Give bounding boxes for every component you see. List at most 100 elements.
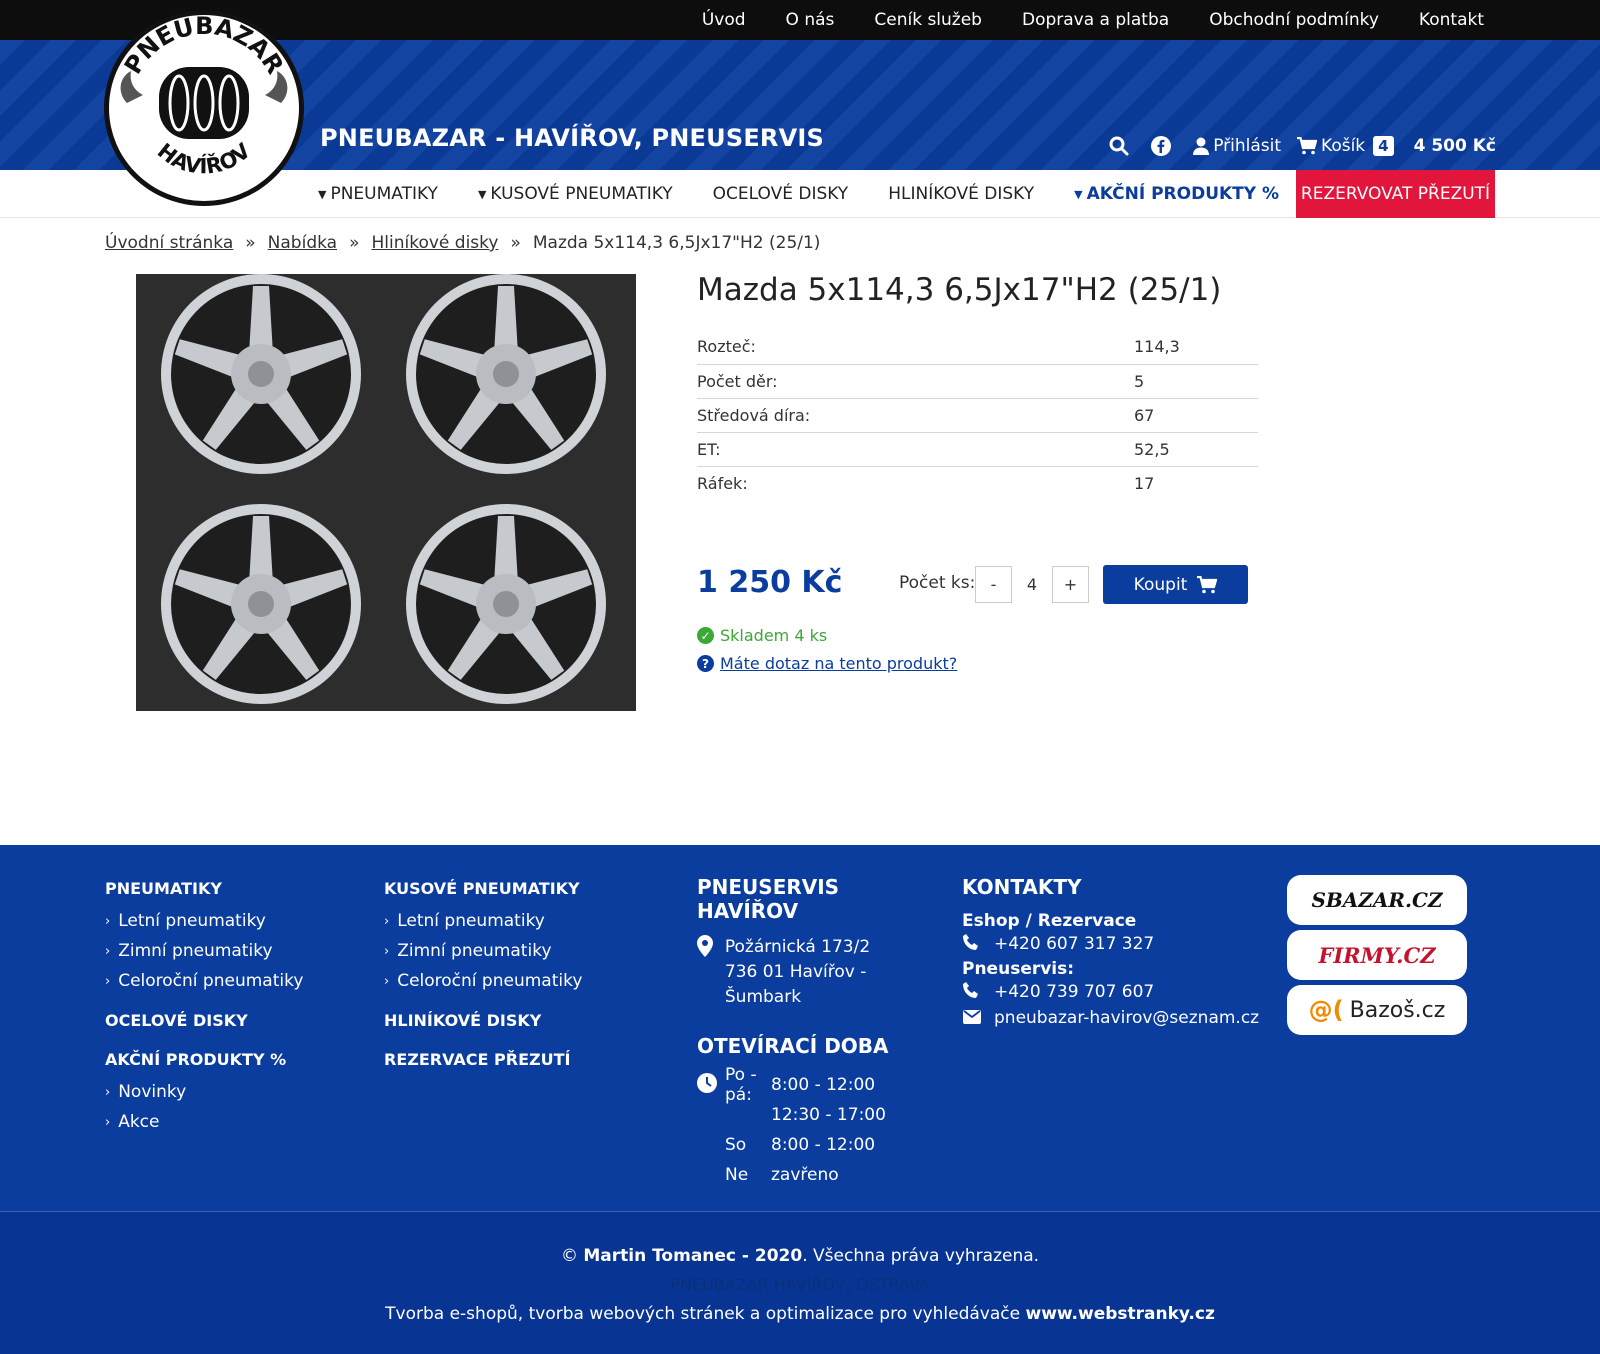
search-icon[interactable]: [1109, 136, 1129, 156]
footer-link[interactable]: › Novinky: [105, 1077, 303, 1107]
table-row: Počet děr: 5: [697, 364, 1258, 399]
service-phone[interactable]: +420 739 707 607: [962, 979, 1262, 1005]
breadcrumb-separator: »: [349, 233, 360, 253]
quantity-increase-button[interactable]: +: [1052, 566, 1089, 603]
footer-col-piece-tires: KUSOVÉ PNEUMATIKY › Letní pneumatiky › Zim…: [384, 879, 582, 1077]
product-price: 1 250 Kč: [697, 565, 843, 600]
chevron-right-icon: ›: [105, 1114, 111, 1130]
nav-ocelove-disky[interactable]: OCELOVÉ DISKY: [713, 184, 849, 204]
footer-link-label: Novinky: [118, 1082, 187, 1102]
sbazar-logo: SBAZAR.CZ: [1311, 888, 1443, 912]
footer-col-service: PNEUSERVIS HAVÍŘOV Požárnická 173/2 736 …: [697, 875, 947, 1190]
eshop-phone[interactable]: +420 607 317 327: [962, 931, 1262, 957]
nav-label: KUSOVÉ PNEUMATIKY: [490, 184, 673, 204]
breadcrumb-home[interactable]: Úvodní stránka: [105, 233, 233, 253]
site-title[interactable]: PNEUBAZAR - HAVÍŘOV, PNEUSERVIS: [320, 124, 824, 152]
check-circle-icon: ✓: [697, 627, 714, 644]
table-row: ET: 52,5: [697, 432, 1258, 467]
footer-link-label: Letní pneumatiky: [118, 911, 266, 931]
footer-link[interactable]: › Zimní pneumatiky: [384, 936, 582, 966]
chevron-right-icon: ›: [105, 1084, 111, 1100]
quantity-input[interactable]: [1013, 566, 1051, 603]
footer-link[interactable]: › Letní pneumatiky: [384, 906, 582, 936]
logo[interactable]: PNEUBAZAR HAVÍŘOV: [104, 10, 304, 206]
caret-down-icon: ▼: [477, 187, 487, 201]
phone-icon: [962, 981, 994, 1004]
buy-button[interactable]: Koupit: [1103, 565, 1248, 604]
footer-heading-rezervace[interactable]: REZERVACE PŘEZUTÍ: [384, 1050, 582, 1069]
reserve-button[interactable]: REZERVOVAT PŘEZUTÍ: [1296, 170, 1495, 218]
wheel-rim: [161, 274, 361, 474]
nav-label: AKČNÍ PRODUKTY %: [1086, 184, 1280, 204]
footer-service-title: PNEUSERVIS HAVÍŘOV: [697, 875, 840, 923]
footer-link[interactable]: › Celoroční pneumatiky: [384, 966, 582, 996]
facebook-icon[interactable]: [1151, 136, 1172, 156]
nav-hlinikove-disky[interactable]: HLINÍKOVÉ DISKY: [888, 184, 1034, 204]
login-link[interactable]: Přihlásit: [1193, 136, 1281, 156]
cart-total[interactable]: 4 500 Kč: [1414, 136, 1496, 156]
footer-link[interactable]: › Celoroční pneumatiky: [105, 966, 303, 996]
footer-hours-title: OTEVÍRACÍ DOBA: [697, 1034, 889, 1058]
copyright: © Martin Tomanec - 2020. Všechna práva v…: [0, 1246, 1600, 1266]
bazos-badge[interactable]: @( Bazoš.cz: [1287, 985, 1467, 1035]
spec-table: Rozteč: 114,3 Počet děr: 5 Středová díra: 6…: [697, 330, 1258, 500]
sbazar-badge[interactable]: SBAZAR.CZ: [1287, 875, 1467, 925]
footer-link-label: Celoroční pneumatiky: [397, 971, 583, 991]
footer-link[interactable]: › Letní pneumatiky: [105, 906, 303, 936]
wheel-rim: [406, 274, 606, 474]
footer-address: Požárnická 173/2 736 01 Havířov - Šumbar…: [697, 935, 947, 1010]
footer-heading-hlinikove[interactable]: HLINÍKOVÉ DISKY: [384, 1011, 582, 1030]
nav-label: PNEUMATIKY: [330, 184, 438, 204]
footer-link-label: Zimní pneumatiky: [397, 941, 552, 961]
cart-icon: [1297, 137, 1318, 155]
hours-row: Po - pá: 8:00 - 12:00: [697, 1065, 947, 1105]
credit-link[interactable]: www.webstranky.cz: [1026, 1304, 1215, 1324]
nav-label: OCELOVÉ DISKY: [712, 184, 849, 204]
quantity-decrease-button[interactable]: -: [975, 566, 1012, 603]
spec-label: Počet děr:: [697, 364, 1134, 399]
product-question: ? Máte dotaz na tento produkt?: [697, 654, 957, 673]
topnav-o-nas[interactable]: O nás: [786, 10, 835, 30]
cart-link[interactable]: Košík 4: [1297, 136, 1394, 156]
footer-heading-kusove[interactable]: KUSOVÉ PNEUMATIKY: [384, 879, 582, 898]
buy-label: Koupit: [1133, 574, 1188, 595]
breadcrumb-hlinikove-disky[interactable]: Hliníkové disky: [371, 233, 498, 253]
topnav-podminky[interactable]: Obchodní podmínky: [1209, 10, 1379, 30]
topnav-kontakt[interactable]: Kontakt: [1419, 10, 1484, 30]
nav-akcni-produkty[interactable]: ▼ AKČNÍ PRODUKTY %: [1074, 184, 1279, 204]
firmy-badge[interactable]: FIRMY.CZ: [1287, 930, 1467, 980]
footer-link[interactable]: › Zimní pneumatiky: [105, 936, 303, 966]
footer-heading-pneumatiky[interactable]: PNEUMATIKY: [105, 879, 303, 898]
chevron-right-icon: ›: [384, 913, 390, 929]
nav-kusove-pneumatiky[interactable]: ▼ KUSOVÉ PNEUMATIKY: [478, 184, 673, 204]
footer-heading-akcni[interactable]: AKČNÍ PRODUKTY %: [105, 1050, 303, 1069]
footer-heading-ocelove[interactable]: OCELOVÉ DISKY: [105, 1011, 303, 1030]
footer-link-label: Celoroční pneumatiky: [118, 971, 304, 991]
email-link[interactable]: pneubazar-havirov@seznam.cz: [962, 1005, 1262, 1031]
hours-day: So: [725, 1135, 747, 1155]
address-line: 736 01 Havířov - Šumbark: [724, 962, 867, 1007]
address-line: Požárnická 173/2: [724, 937, 871, 957]
breadcrumb-current: Mazda 5x114,3 6,5Jx17"H2 (25/1): [532, 233, 821, 253]
clock-icon: [697, 1072, 717, 1098]
topnav-doprava[interactable]: Doprava a platba: [1022, 10, 1169, 30]
credit-line: Tvorba e-shopů, tvorba webových stránek …: [0, 1304, 1600, 1324]
hours-day: Ne: [725, 1165, 749, 1185]
topnav-uvod[interactable]: Úvod: [702, 10, 746, 30]
user-icon: [1193, 137, 1210, 155]
bazos-logo: Bazoš.cz: [1349, 997, 1446, 1023]
footer-link[interactable]: › Akce: [105, 1107, 303, 1137]
nav-pneumatiky[interactable]: ▼ PNEUMATIKY: [318, 184, 438, 204]
topnav-cenik[interactable]: Ceník služeb: [874, 10, 982, 30]
spec-value: 114,3: [1134, 330, 1258, 365]
stock-label: Skladem 4 ks: [720, 626, 828, 645]
spec-value: 52,5: [1134, 432, 1258, 467]
caret-down-icon: ▼: [318, 187, 327, 201]
product-image[interactable]: [136, 274, 636, 711]
breadcrumb-nabidka[interactable]: Nabídka: [268, 233, 337, 253]
quantity-label: Počet ks:: [899, 573, 976, 593]
spec-value: 17: [1134, 473, 1155, 493]
chevron-right-icon: ›: [384, 943, 390, 959]
question-link[interactable]: Máte dotaz na tento produkt?: [720, 654, 957, 673]
wheel-rim: [406, 504, 606, 704]
